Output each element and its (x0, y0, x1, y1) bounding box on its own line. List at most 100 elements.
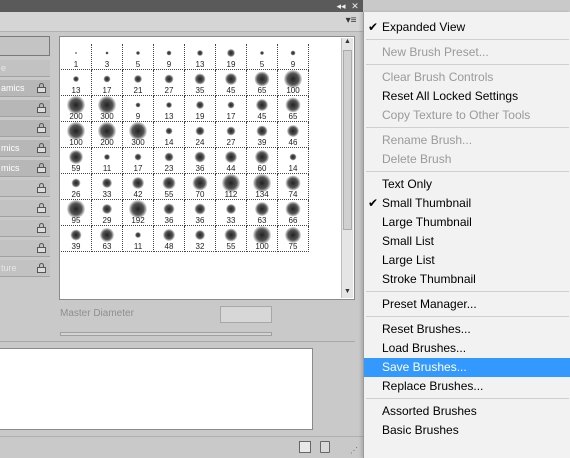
brush-tip-cell[interactable]: 19 (185, 96, 216, 122)
scroll-thumb[interactable] (343, 50, 352, 230)
menu-item-assorted-brushes[interactable]: Assorted Brushes (364, 402, 570, 421)
brush-tip-cell[interactable]: 17 (216, 96, 247, 122)
brush-tip-cell[interactable]: 74 (278, 174, 309, 200)
menu-item-new-brush-preset[interactable]: New Brush Preset... (364, 43, 570, 62)
brush-tip-cell[interactable]: 26 (61, 174, 92, 200)
brush-tip-cell[interactable]: 33 (92, 174, 123, 200)
lock-icon[interactable] (37, 223, 46, 233)
brush-tip-cell[interactable]: 70 (185, 174, 216, 200)
panel-menu-icon[interactable]: ▾≡ (343, 14, 359, 28)
brush-tip-cell[interactable]: 65 (278, 96, 309, 122)
menu-item-text-only[interactable]: Text Only (364, 175, 570, 194)
brush-setting-item[interactable] (0, 200, 50, 217)
brush-tip-cell[interactable]: 13 (185, 44, 216, 70)
lock-icon[interactable] (37, 143, 46, 153)
brush-tip-cell[interactable]: 27 (216, 122, 247, 148)
collapse-icon[interactable]: ◂◂ (334, 0, 348, 12)
scroll-down-icon[interactable]: ▼ (342, 288, 353, 298)
brush-tip-cell[interactable]: 112 (216, 174, 247, 200)
brush-setting-item[interactable]: amics (0, 80, 50, 97)
brush-tip-cell[interactable]: 100 (278, 70, 309, 96)
brush-tip-cell[interactable]: 39 (247, 122, 278, 148)
brush-tip-cell[interactable]: 27 (154, 70, 185, 96)
brush-tip-cell[interactable]: 36 (154, 200, 185, 226)
brush-tip-cell[interactable]: 14 (154, 122, 185, 148)
menu-item-basic-brushes[interactable]: Basic Brushes (364, 421, 570, 440)
menu-item-rename-brush[interactable]: Rename Brush... (364, 131, 570, 150)
master-diameter-slider[interactable] (60, 332, 272, 336)
brush-tip-cell[interactable]: 192 (123, 200, 154, 226)
brush-tip-cell[interactable]: 33 (216, 200, 247, 226)
menu-item-copy-texture-to-other-tools[interactable]: Copy Texture to Other Tools (364, 106, 570, 125)
brush-tip-cell[interactable]: 17 (92, 70, 123, 96)
brush-setting-item[interactable]: e (0, 60, 50, 77)
brush-grid-scrollbar[interactable]: ▲ ▼ (341, 38, 353, 298)
brush-setting-item[interactable] (0, 100, 50, 117)
brush-tip-cell[interactable]: 32 (185, 226, 216, 252)
brush-tip-cell[interactable]: 13 (61, 70, 92, 96)
brush-tip-cell[interactable]: 48 (154, 226, 185, 252)
menu-item-load-brushes[interactable]: Load Brushes... (364, 339, 570, 358)
brush-tip-cell[interactable]: 45 (247, 96, 278, 122)
brush-tip-cell[interactable]: 200 (92, 122, 123, 148)
scroll-up-icon[interactable]: ▲ (342, 38, 353, 48)
brush-tip-cell[interactable]: 17 (123, 148, 154, 174)
brush-tip-cell[interactable]: 9 (154, 44, 185, 70)
brush-tip-cell[interactable]: 100 (61, 122, 92, 148)
brush-tip-cell[interactable]: 11 (92, 148, 123, 174)
brush-tip-cell[interactable]: 44 (216, 148, 247, 174)
brush-tip-cell[interactable]: 11 (123, 226, 154, 252)
brush-setting-item[interactable] (0, 180, 50, 197)
brush-tip-cell[interactable]: 75 (278, 226, 309, 252)
brush-tip-cell[interactable]: 23 (154, 148, 185, 174)
menu-item-large-thumbnail[interactable]: Large Thumbnail (364, 213, 570, 232)
brush-tip-cell[interactable]: 36 (185, 148, 216, 174)
brush-setting-item[interactable]: mics (0, 160, 50, 177)
menu-item-stroke-thumbnail[interactable]: Stroke Thumbnail (364, 270, 570, 289)
menu-item-small-thumbnail[interactable]: ✔ Small Thumbnail (364, 194, 570, 213)
brush-setting-item[interactable]: ture (0, 260, 50, 277)
brush-tip-cell[interactable]: 66 (278, 200, 309, 226)
brush-tip-cell[interactable]: 200 (61, 96, 92, 122)
master-diameter-field[interactable] (220, 306, 272, 323)
brush-tip-cell[interactable]: 14 (278, 148, 309, 174)
close-icon[interactable]: ✕ (348, 0, 362, 12)
brush-tip-cell[interactable]: 42 (123, 174, 154, 200)
brush-setting-item[interactable] (0, 120, 50, 137)
brush-tip-cell[interactable]: 13 (154, 96, 185, 122)
brush-tip-cell[interactable]: 300 (92, 96, 123, 122)
menu-item-small-list[interactable]: Small List (364, 232, 570, 251)
lock-icon[interactable] (37, 163, 46, 173)
menu-item-large-list[interactable]: Large List (364, 251, 570, 270)
menu-item-replace-brushes[interactable]: Replace Brushes... (364, 377, 570, 396)
menu-item-clear-brush-controls[interactable]: Clear Brush Controls (364, 68, 570, 87)
lock-icon[interactable] (37, 83, 46, 93)
brush-tip-cell[interactable]: 1 (61, 44, 92, 70)
brush-tip-cell[interactable]: 9 (123, 96, 154, 122)
brush-tip-cell[interactable]: 100 (247, 226, 278, 252)
brush-setting-item[interactable] (0, 240, 50, 257)
brush-tip-cell[interactable]: 35 (185, 70, 216, 96)
brush-tip-cell[interactable]: 21 (123, 70, 154, 96)
menu-item-save-brushes[interactable]: Save Brushes... (364, 358, 570, 377)
brush-tip-cell[interactable]: 46 (278, 122, 309, 148)
brush-tip-cell[interactable]: 24 (185, 122, 216, 148)
brush-tip-cell[interactable]: 60 (247, 148, 278, 174)
brush-tip-cell[interactable]: 55 (216, 226, 247, 252)
menu-item-delete-brush[interactable]: Delete Brush (364, 150, 570, 169)
brush-tip-cell[interactable]: 29 (92, 200, 123, 226)
lock-icon[interactable] (37, 203, 46, 213)
menu-item-reset-brushes[interactable]: Reset Brushes... (364, 320, 570, 339)
brush-setting-item[interactable] (0, 220, 50, 237)
lock-icon[interactable] (37, 103, 46, 113)
brush-tip-cell[interactable]: 63 (92, 226, 123, 252)
brush-tip-cell[interactable]: 19 (216, 44, 247, 70)
brush-tip-cell[interactable]: 95 (61, 200, 92, 226)
brush-tip-cell[interactable]: 45 (216, 70, 247, 96)
brush-tip-cell[interactable]: 5 (123, 44, 154, 70)
trash-icon[interactable] (320, 441, 330, 453)
menu-item-expanded-view[interactable]: ✔ Expanded View (364, 18, 570, 37)
brush-tip-cell[interactable]: 59 (61, 148, 92, 174)
menu-item-reset-all-locked-settings[interactable]: Reset All Locked Settings (364, 87, 570, 106)
brush-tip-cell[interactable]: 134 (247, 174, 278, 200)
